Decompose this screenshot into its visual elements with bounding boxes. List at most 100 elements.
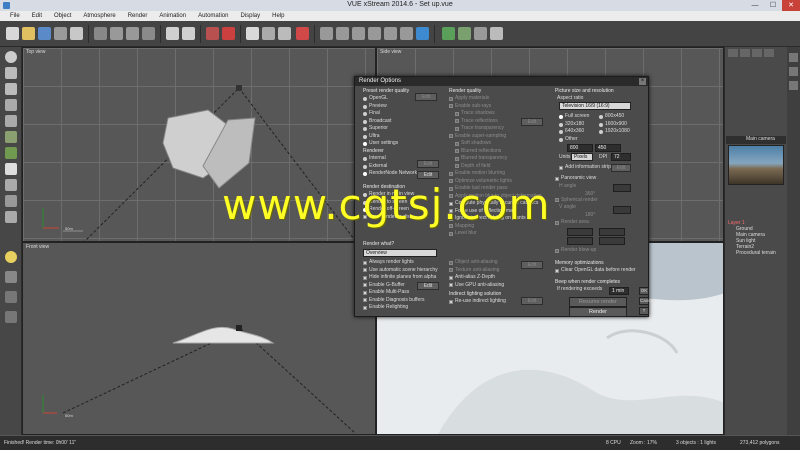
copy-icon[interactable] bbox=[110, 27, 123, 40]
renderer-edit-button[interactable]: Edit bbox=[417, 160, 439, 168]
quality-checkbox[interactable]: Blurred reflections bbox=[449, 148, 549, 156]
resume-render-button[interactable]: Resume render bbox=[569, 297, 627, 307]
area-x-input[interactable] bbox=[567, 228, 593, 236]
auto-hierarchy-checkbox[interactable]: Use automatic scene hierarchy bbox=[363, 267, 445, 275]
help-button[interactable]: ? bbox=[639, 307, 649, 315]
dialog-close-button[interactable]: × bbox=[639, 78, 646, 85]
camera-preview[interactable] bbox=[728, 145, 784, 185]
multi-pass-checkbox[interactable]: Enable Multi-Pass bbox=[363, 289, 445, 297]
info-strip-checkbox[interactable]: Add information strip bbox=[559, 164, 619, 172]
preset-final-radio[interactable]: Final bbox=[363, 110, 445, 118]
quality-checkbox[interactable]: Depth of field bbox=[449, 163, 549, 171]
cube-icon[interactable] bbox=[5, 67, 17, 79]
camera-tool-icon[interactable] bbox=[5, 271, 17, 283]
quality-checkbox[interactable]: Trace transparency bbox=[449, 125, 549, 133]
new-scene-icon[interactable] bbox=[6, 27, 19, 40]
camera-icon[interactable] bbox=[416, 27, 429, 40]
render-preview-icon[interactable] bbox=[442, 27, 455, 40]
indirect-edit-button[interactable]: Edit bbox=[521, 297, 543, 305]
cylinder-icon[interactable] bbox=[5, 99, 17, 111]
preset-edit-button[interactable]: Edit bbox=[415, 93, 437, 101]
rock-icon[interactable] bbox=[5, 131, 17, 143]
size-640x360-radio[interactable]: 640x360 bbox=[559, 128, 599, 136]
render-button[interactable]: Render bbox=[569, 307, 627, 317]
figure-icon[interactable] bbox=[5, 211, 17, 223]
area-y-input[interactable] bbox=[599, 228, 625, 236]
menu-edit[interactable]: Edit bbox=[26, 11, 48, 21]
front-viewport[interactable]: Front view 50m bbox=[22, 242, 376, 435]
text-icon[interactable] bbox=[5, 83, 17, 95]
maximize-button[interactable]: ☐ bbox=[764, 0, 782, 11]
size-fullscreen-radio[interactable]: Full screen bbox=[559, 113, 599, 121]
redo-icon[interactable] bbox=[182, 27, 195, 40]
close-button[interactable]: ✕ bbox=[782, 0, 800, 11]
light-icon[interactable] bbox=[5, 251, 17, 263]
boolean-icon[interactable] bbox=[5, 311, 17, 323]
diagnosis-buffers-checkbox[interactable]: Enable Diagnosis buffers bbox=[363, 297, 445, 305]
objects-tab-icon[interactable] bbox=[728, 49, 738, 57]
menu-animation[interactable]: Animation bbox=[153, 11, 192, 21]
sphere-icon[interactable] bbox=[5, 51, 17, 63]
camera-marker[interactable] bbox=[236, 325, 242, 331]
display-icon[interactable] bbox=[490, 27, 503, 40]
cone-icon[interactable] bbox=[5, 115, 17, 127]
spherical-render-checkbox[interactable]: Spherical render bbox=[555, 197, 645, 205]
links-tab-icon[interactable] bbox=[764, 49, 774, 57]
area-h-input[interactable] bbox=[599, 237, 625, 245]
render-blowup-checkbox[interactable]: Render blow-up bbox=[555, 247, 645, 255]
menu-render[interactable]: Render bbox=[122, 11, 154, 21]
height-input[interactable]: 450 bbox=[595, 144, 621, 152]
water-icon[interactable] bbox=[5, 195, 17, 207]
pick-icon[interactable] bbox=[206, 27, 219, 40]
h-angle-input[interactable] bbox=[613, 184, 631, 192]
quality-checkbox[interactable]: Enable sub-rays bbox=[449, 103, 549, 111]
size-1920x1080-radio[interactable]: 1920x1080 bbox=[599, 128, 643, 136]
group-icon[interactable] bbox=[5, 291, 17, 303]
paste-icon[interactable] bbox=[126, 27, 139, 40]
v-angle-input[interactable] bbox=[613, 206, 631, 214]
width-input[interactable]: 800 bbox=[567, 144, 593, 152]
film-icon[interactable] bbox=[458, 27, 471, 40]
tree-item-procedural-terrain[interactable]: Procedural terrain bbox=[728, 250, 786, 256]
panel-tab-icon[interactable] bbox=[789, 53, 798, 62]
materials-tab-icon[interactable] bbox=[740, 49, 750, 57]
quality-checkbox[interactable]: Level blur bbox=[449, 230, 549, 238]
preset-broadcast-radio[interactable]: Broadcast bbox=[363, 118, 445, 126]
quality-checkbox[interactable]: Enable super-sampling bbox=[449, 133, 549, 141]
preset-ultra-radio[interactable]: Ultra bbox=[363, 133, 445, 141]
area-w-input[interactable] bbox=[567, 237, 593, 245]
hide-infinite-planes-checkbox[interactable]: Hide infinite planes from alpha bbox=[363, 274, 445, 282]
menu-object[interactable]: Object bbox=[48, 11, 77, 21]
frame-icon[interactable] bbox=[384, 27, 397, 40]
library-tab-icon[interactable] bbox=[752, 49, 762, 57]
preset-user-settings-radio[interactable]: User settings bbox=[363, 140, 445, 148]
minimize-button[interactable]: — bbox=[746, 0, 764, 11]
save-icon[interactable] bbox=[38, 27, 51, 40]
rotate-icon[interactable] bbox=[368, 27, 381, 40]
render-area-checkbox[interactable]: Render area bbox=[555, 219, 645, 227]
panel-tab-icon[interactable] bbox=[789, 67, 798, 76]
atmosphere-icon[interactable] bbox=[246, 27, 259, 40]
cancel-button[interactable]: Cancel bbox=[639, 297, 654, 305]
cut-icon[interactable] bbox=[94, 27, 107, 40]
menu-atmosphere[interactable]: Atmosphere bbox=[77, 11, 121, 21]
quality-edit-button[interactable]: Edit bbox=[521, 118, 543, 126]
duplicate-icon[interactable] bbox=[142, 27, 155, 40]
quality-checkbox[interactable]: Blurred transparency bbox=[449, 155, 549, 163]
preset-preview-radio[interactable]: Preview bbox=[363, 103, 445, 111]
quality-checkbox[interactable]: Enable motion blurring bbox=[449, 170, 549, 178]
ok-button[interactable]: OK bbox=[639, 287, 649, 295]
zoom-out-icon[interactable] bbox=[336, 27, 349, 40]
grid-icon[interactable] bbox=[474, 27, 487, 40]
render-icon[interactable] bbox=[70, 27, 83, 40]
size-other-radio[interactable]: Other bbox=[559, 136, 645, 144]
open-folder-icon[interactable] bbox=[22, 27, 35, 40]
beep-threshold-input[interactable]: 1 min bbox=[609, 287, 629, 295]
info-strip-edit-button[interactable]: Edit bbox=[611, 164, 631, 172]
color-palette-icon[interactable] bbox=[296, 27, 309, 40]
menu-automation[interactable]: Automation bbox=[192, 11, 234, 21]
fit-icon[interactable] bbox=[400, 27, 413, 40]
zdepth-aa-checkbox[interactable]: Anti-alias Z-Depth bbox=[449, 274, 549, 282]
terrain-icon[interactable] bbox=[5, 179, 17, 191]
always-render-lights-checkbox[interactable]: Always render lights bbox=[363, 259, 445, 267]
